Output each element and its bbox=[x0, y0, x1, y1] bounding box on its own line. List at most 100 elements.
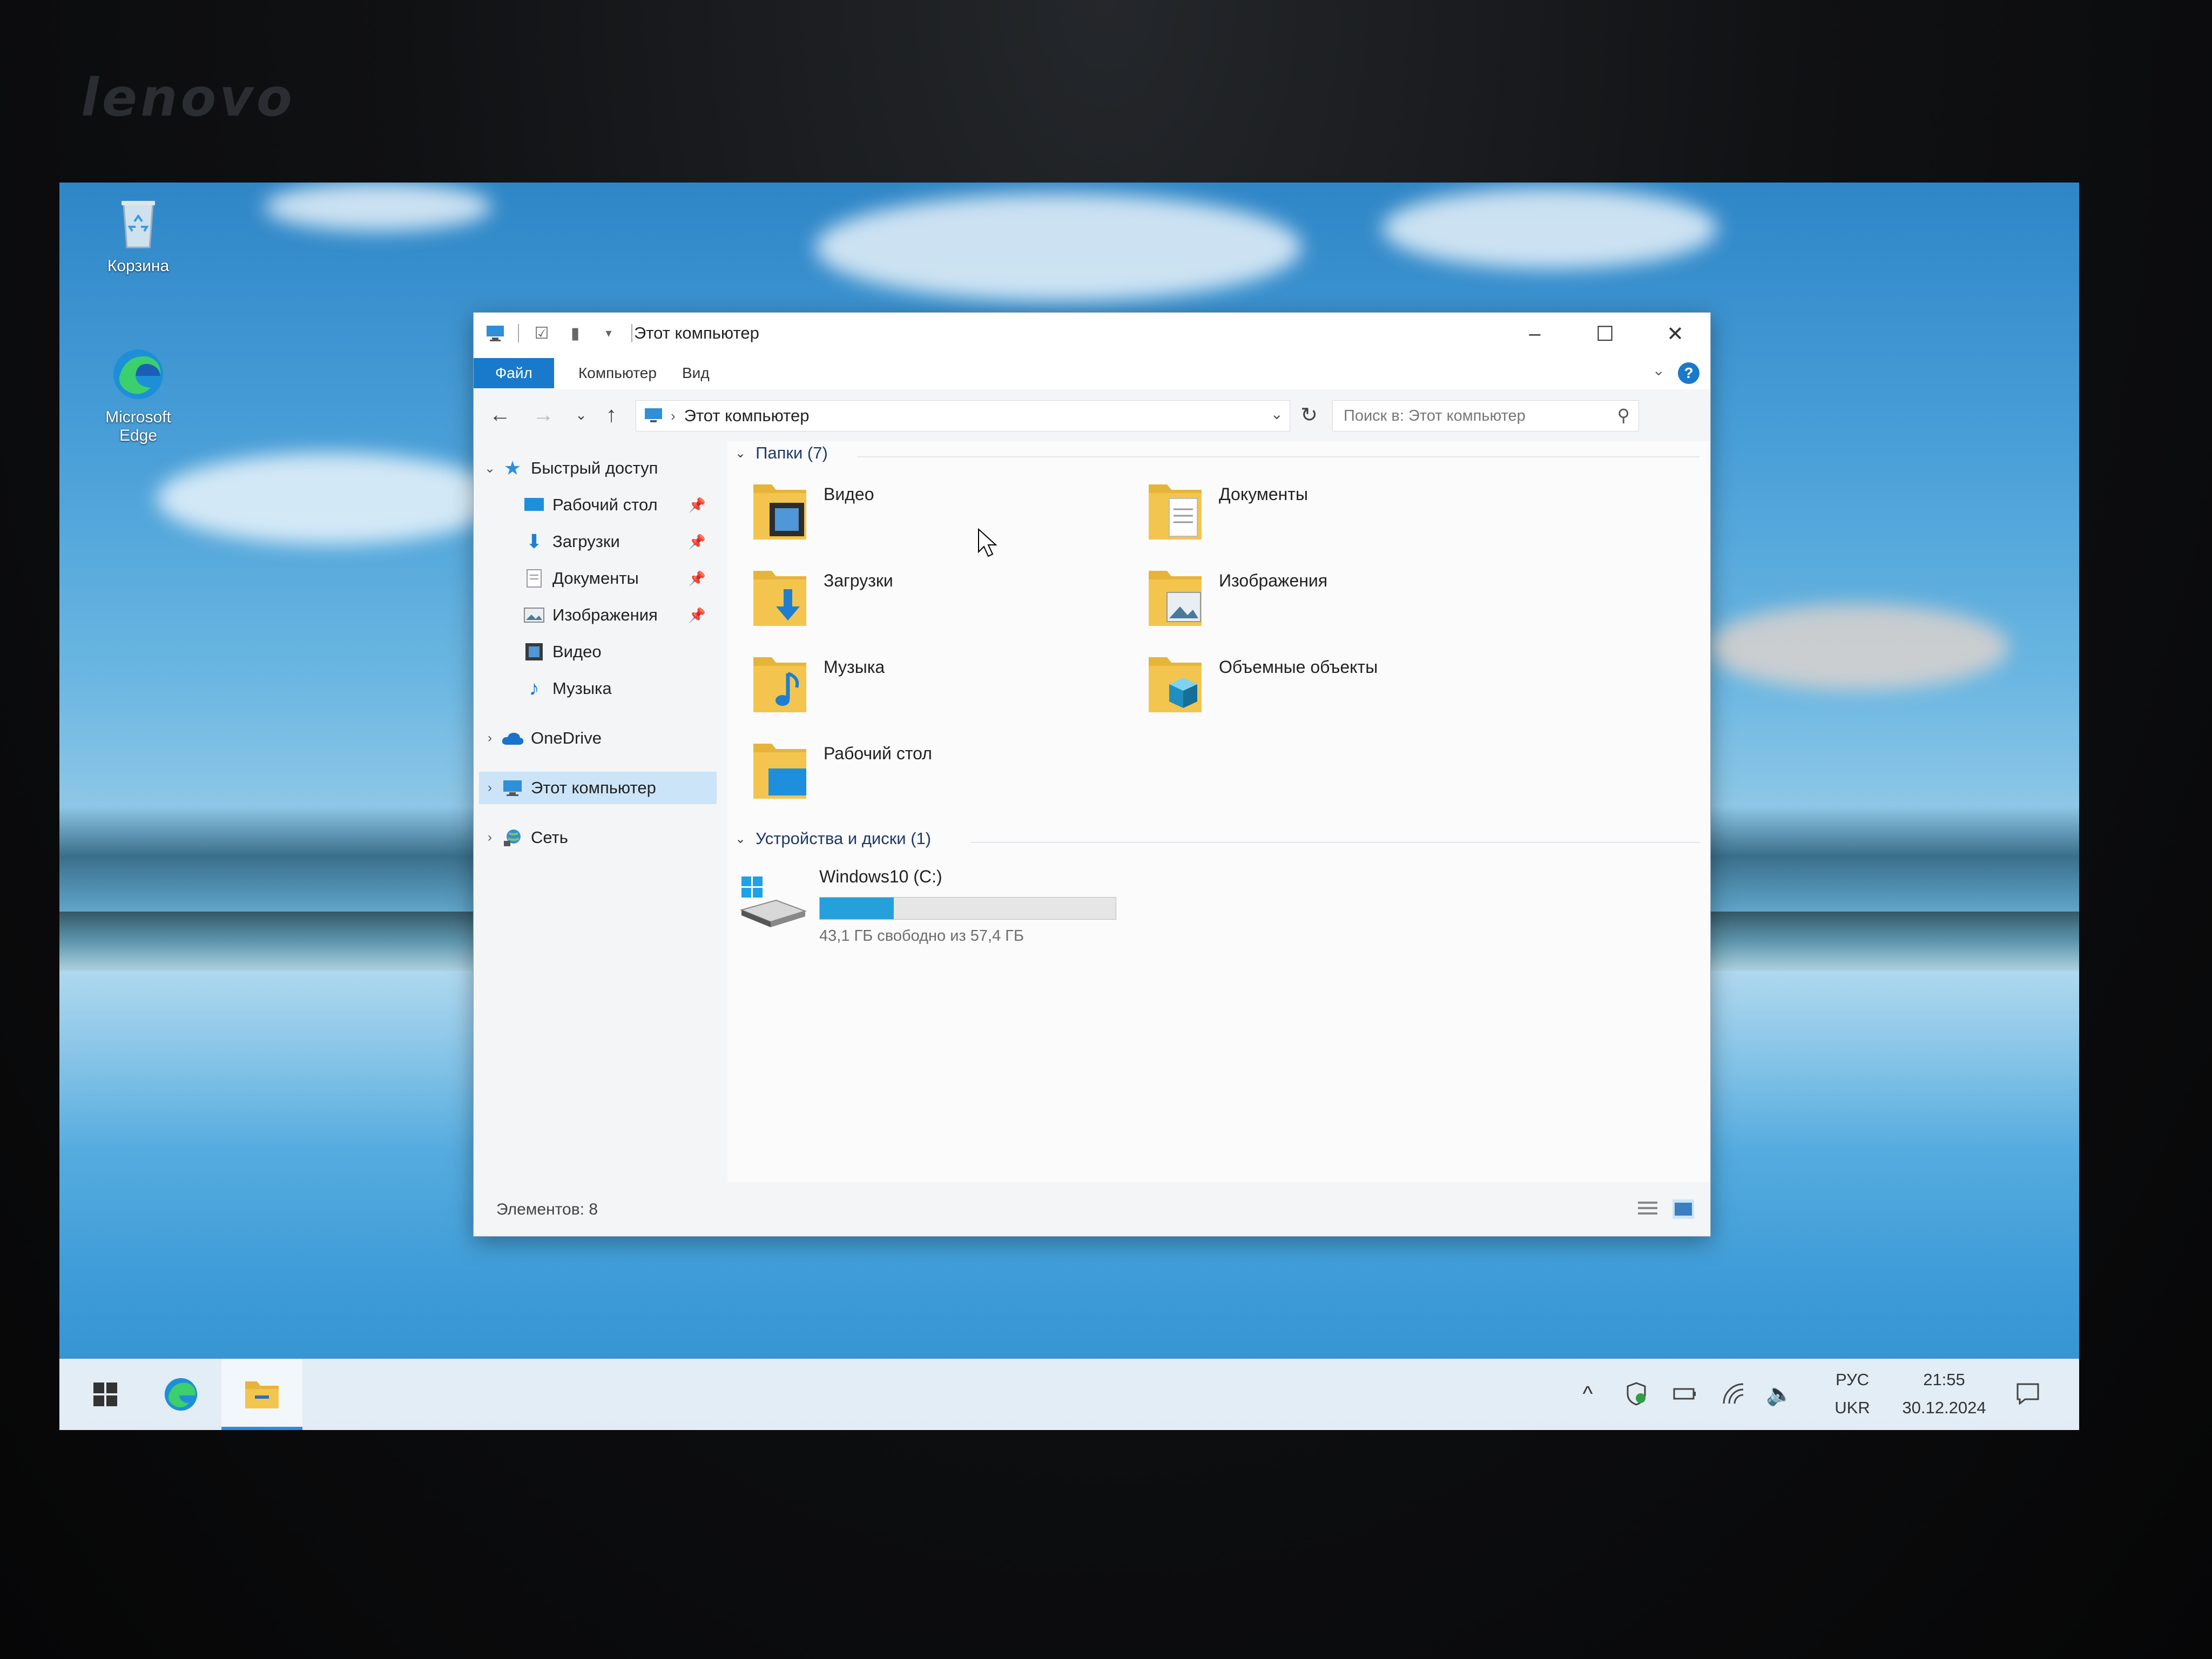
search-icon[interactable]: ⚲ bbox=[1617, 405, 1630, 426]
drive-tile-c[interactable]: Windows10 (C:) 43,1 ГБ свободно из 57,4 … bbox=[738, 866, 1149, 947]
group-header-devices[interactable]: ⌄ Устройства и диски (1) bbox=[735, 829, 931, 848]
close-button[interactable]: ✕ bbox=[1640, 313, 1710, 355]
taskbar: ^ 🔈 РУС UKR 21:55 30.12.2024 bbox=[59, 1359, 2079, 1430]
chevron-right-icon[interactable]: › bbox=[479, 731, 501, 746]
tab-view[interactable]: Вид bbox=[667, 358, 725, 388]
pin-icon[interactable]: 📌 bbox=[689, 497, 706, 514]
start-button[interactable] bbox=[70, 1364, 140, 1425]
desktop-icon-recycle-bin[interactable]: Корзина bbox=[90, 193, 187, 275]
group-header-folders[interactable]: ⌄ Папки (7) bbox=[735, 443, 828, 463]
sidebar-item-videos[interactable]: Видео bbox=[522, 636, 706, 668]
folder-tile-music[interactable]: Музыка bbox=[750, 652, 1128, 727]
tab-file[interactable]: Файл bbox=[474, 358, 554, 388]
battery-icon[interactable] bbox=[1671, 1380, 1698, 1407]
chevron-right-icon[interactable]: › bbox=[479, 780, 501, 795]
download-arrow-icon: ⬇ bbox=[525, 530, 543, 552]
desktop-icon-label: Microsoft Edge bbox=[105, 408, 171, 444]
folder-tile-pictures[interactable]: Изображения bbox=[1145, 565, 1523, 641]
properties-icon[interactable]: ☑ bbox=[531, 322, 552, 344]
pin-icon[interactable]: 📌 bbox=[689, 534, 706, 550]
drive-usage-bar bbox=[819, 897, 1116, 920]
volume-icon[interactable]: 🔈 bbox=[1766, 1380, 1793, 1407]
details-view-icon[interactable] bbox=[1637, 1199, 1658, 1219]
customize-toolbar-icon[interactable]: ▾ bbox=[598, 322, 619, 344]
quick-access-toolbar: ☑ ▮ ▾ bbox=[484, 322, 632, 344]
new-folder-icon[interactable]: ▮ bbox=[564, 322, 586, 344]
breadcrumb-this-pc[interactable]: Этот компьютер bbox=[684, 406, 810, 426]
recent-locations-button[interactable]: ⌄ bbox=[568, 401, 595, 428]
cloud bbox=[265, 183, 491, 231]
folder-label: Музыка bbox=[824, 657, 885, 677]
wifi-icon[interactable] bbox=[1720, 1380, 1747, 1407]
recycle-bin-icon bbox=[109, 193, 168, 253]
folder-tile-downloads[interactable]: Загрузки bbox=[750, 565, 1128, 641]
search-input[interactable] bbox=[1343, 401, 1593, 431]
status-bar: Элементов: 8 bbox=[474, 1182, 1710, 1236]
minimize-button[interactable]: – bbox=[1500, 313, 1570, 355]
folder-tile-documents[interactable]: Документы bbox=[1145, 479, 1523, 555]
lenovo-logo: lenovo bbox=[81, 68, 295, 128]
sidebar-item-label: Быстрый доступ bbox=[531, 458, 658, 477]
pin-icon[interactable]: 📌 bbox=[689, 607, 706, 624]
show-hidden-icons-chevron-icon[interactable]: ^ bbox=[1574, 1380, 1601, 1407]
taskbar-edge-button[interactable] bbox=[146, 1364, 216, 1425]
folder-tile-3d-objects[interactable]: Объемные объекты bbox=[1145, 652, 1523, 727]
sidebar-item-network[interactable]: › Сеть bbox=[479, 821, 717, 854]
clock-date[interactable]: 30.12.2024 bbox=[1896, 1394, 1993, 1421]
folder-tile-videos[interactable]: Видео bbox=[750, 479, 1128, 555]
large-icons-view-icon[interactable] bbox=[1673, 1199, 1694, 1219]
window-title: Этот компьютер bbox=[634, 323, 759, 342]
folder-label: Видео bbox=[824, 484, 874, 504]
documents-folder-icon bbox=[1145, 479, 1205, 544]
folder-tile-desktop[interactable]: Рабочий стол bbox=[750, 738, 1128, 814]
document-icon bbox=[522, 568, 546, 589]
drive-free-space: 43,1 ГБ свободно из 57,4 ГБ bbox=[819, 927, 1024, 945]
security-shield-icon[interactable] bbox=[1623, 1380, 1650, 1407]
edge-icon bbox=[164, 1378, 198, 1411]
help-button[interactable]: ? bbox=[1678, 362, 1700, 384]
forward-button[interactable]: → bbox=[530, 401, 557, 428]
desktop-screen: Корзина Microsoft Edge ☑ ▮ ▾ Этот компью… bbox=[59, 183, 2079, 1430]
notifications-icon[interactable] bbox=[2014, 1380, 2041, 1407]
video-folder-icon bbox=[750, 479, 810, 544]
back-button[interactable]: ← bbox=[487, 401, 514, 428]
expand-ribbon-icon[interactable]: ⌄ bbox=[1653, 361, 1665, 379]
sidebar-item-label: Музыка bbox=[552, 679, 612, 698]
sidebar-item-label: Документы bbox=[552, 569, 639, 588]
group-title: Папки (7) bbox=[756, 443, 828, 462]
breadcrumb-chevron-icon[interactable]: › bbox=[671, 408, 676, 424]
cloud bbox=[157, 453, 502, 544]
sidebar-item-label: Видео bbox=[552, 642, 602, 661]
chevron-down-icon[interactable]: ⌄ bbox=[479, 461, 501, 476]
taskbar-explorer-button[interactable] bbox=[227, 1364, 297, 1425]
sidebar-item-this-pc[interactable]: › Этот компьютер bbox=[479, 772, 717, 804]
taskbar-active-indicator bbox=[221, 1427, 302, 1430]
divider bbox=[857, 456, 1700, 457]
sidebar-item-music[interactable]: ♪ Музыка bbox=[522, 672, 706, 705]
address-dropdown-icon[interactable]: ⌄ bbox=[1271, 405, 1283, 423]
input-language-bottom[interactable]: UKR bbox=[1820, 1394, 1885, 1421]
sidebar-item-documents[interactable]: Документы 📌 bbox=[522, 562, 706, 595]
pin-icon[interactable]: 📌 bbox=[689, 570, 706, 587]
sidebar-item-pictures[interactable]: Изображения 📌 bbox=[522, 599, 706, 631]
refresh-button[interactable]: ↻ bbox=[1296, 401, 1323, 428]
address-bar[interactable]: › Этот компьютер ⌄ bbox=[636, 400, 1290, 431]
input-language-top[interactable]: РУС bbox=[1820, 1366, 1885, 1393]
title-bar[interactable]: ☑ ▮ ▾ Этот компьютер – ☐ ✕ bbox=[474, 313, 1710, 355]
chevron-right-icon[interactable]: › bbox=[479, 830, 501, 845]
chevron-down-icon[interactable]: ⌄ bbox=[735, 446, 746, 461]
maximize-button[interactable]: ☐ bbox=[1570, 313, 1640, 355]
search-box[interactable]: ⚲ bbox=[1332, 400, 1639, 431]
sidebar-item-label: Этот компьютер bbox=[531, 778, 656, 797]
up-button[interactable]: ↑ bbox=[598, 401, 625, 428]
sidebar-item-quick-access[interactable]: ⌄ ★ Быстрый доступ bbox=[479, 452, 717, 484]
sidebar-item-downloads[interactable]: ⬇ Загрузки 📌 bbox=[522, 525, 706, 558]
navigation-pane: ⌄ ★ Быстрый доступ Рабочий стол 📌 ⬇ Загр… bbox=[474, 441, 727, 1182]
chevron-down-icon[interactable]: ⌄ bbox=[735, 831, 746, 847]
tab-computer[interactable]: Компьютер bbox=[563, 358, 672, 388]
desktop-icon-edge[interactable]: Microsoft Edge bbox=[90, 345, 187, 445]
sidebar-item-onedrive[interactable]: › OneDrive bbox=[479, 722, 717, 754]
clock-time[interactable]: 21:55 bbox=[1896, 1366, 1993, 1393]
item-count: Элементов: 8 bbox=[496, 1201, 598, 1218]
sidebar-item-desktop[interactable]: Рабочий стол 📌 bbox=[522, 489, 706, 521]
